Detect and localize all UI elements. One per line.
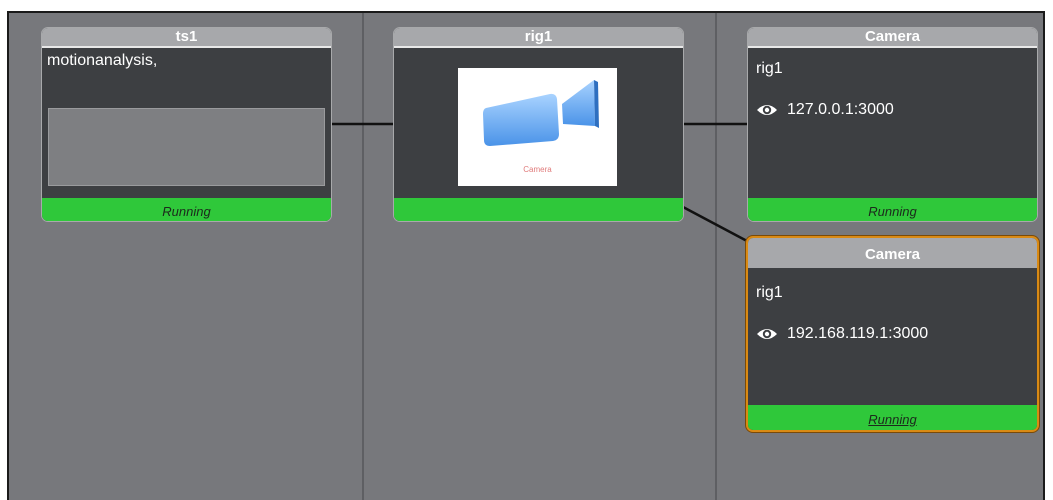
node-body: motionanalysis, Running bbox=[42, 48, 331, 221]
node-body: Camera bbox=[394, 48, 683, 221]
node-title: ts1 bbox=[42, 28, 331, 48]
node-camera-192[interactable]: Camera rig1 192.168.119.1:3000 Running bbox=[746, 236, 1039, 432]
column-divider bbox=[715, 13, 717, 500]
node-rig1[interactable]: rig1 Camera bbox=[393, 27, 684, 222]
rig-name: rig1 bbox=[756, 60, 783, 77]
node-title: Camera bbox=[748, 238, 1037, 268]
preview-area bbox=[48, 108, 325, 186]
node-description: motionanalysis, bbox=[47, 52, 158, 69]
eye-icon[interactable] bbox=[756, 103, 778, 117]
status-bar bbox=[394, 198, 683, 221]
address-label: 127.0.0.1:3000 bbox=[787, 101, 894, 118]
node-ts1[interactable]: ts1 motionanalysis, Running bbox=[41, 27, 332, 222]
address-label: 192.168.119.1:3000 bbox=[787, 325, 929, 342]
pipeline-graph-window: ts1 motionanalysis, Running rig1 Camera … bbox=[0, 0, 1053, 500]
node-title: rig1 bbox=[394, 28, 683, 48]
thumbnail-caption: Camera bbox=[523, 165, 552, 174]
node-camera-127[interactable]: Camera rig1 127.0.0.1:3000 Running bbox=[747, 27, 1038, 222]
rig-name: rig1 bbox=[756, 284, 783, 301]
status-bar: Running bbox=[748, 405, 1037, 430]
camera-thumbnail: Camera bbox=[458, 68, 617, 186]
node-title: Camera bbox=[748, 28, 1037, 48]
node-body: rig1 192.168.119.1:3000 Running bbox=[748, 268, 1037, 430]
status-bar: Running bbox=[748, 198, 1037, 221]
node-body: rig1 127.0.0.1:3000 Running bbox=[748, 48, 1037, 221]
eye-icon[interactable] bbox=[756, 327, 778, 341]
status-bar: Running bbox=[42, 198, 331, 221]
column-divider bbox=[362, 13, 364, 500]
